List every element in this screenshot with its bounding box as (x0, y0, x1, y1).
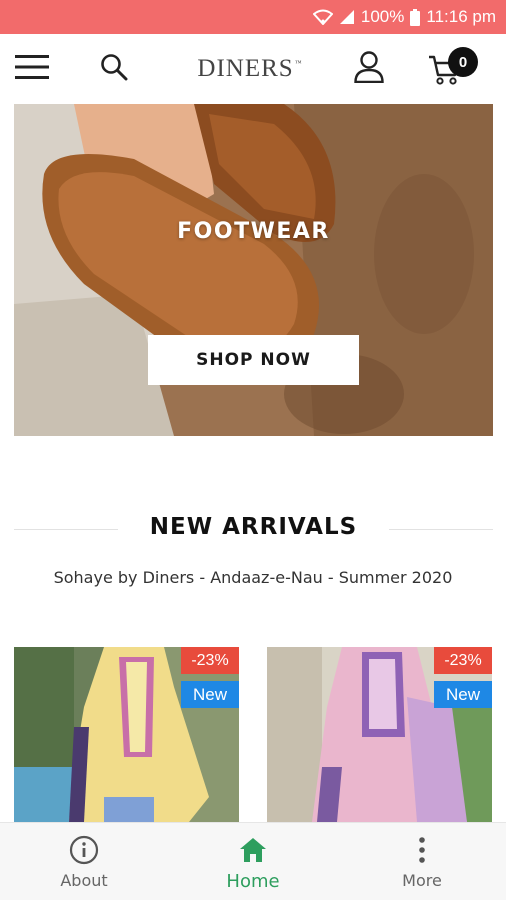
clock: 11:16 pm (426, 7, 496, 26)
signal-icon (339, 9, 355, 25)
info-icon (69, 835, 99, 865)
search-button[interactable] (92, 34, 136, 104)
nav-label-more: More (402, 871, 442, 890)
account-button[interactable] (347, 34, 391, 104)
hero-banner[interactable]: FOOTWEAR SHOP NOW (14, 104, 493, 436)
nav-item-more[interactable]: More (362, 823, 482, 900)
logo-trademark: ™ (294, 59, 303, 67)
app-header: DINERS ™ 0 (0, 34, 506, 104)
status-indicators: 100% 11:16 pm (312, 6, 496, 28)
product-card[interactable]: -23% New (267, 647, 492, 822)
search-icon (100, 53, 128, 86)
more-vertical-icon (418, 835, 426, 865)
home-icon (238, 835, 268, 865)
new-badge: New (434, 681, 492, 708)
new-arrivals-header: NEW ARRIVALS (14, 510, 493, 548)
divider-left (14, 529, 118, 530)
section-title: NEW ARRIVALS (149, 514, 358, 540)
section-subtitle: Sohaye by Diners - Andaaz-e-Nau - Summer… (53, 568, 453, 587)
battery-percent: 100% (360, 7, 405, 26)
logo-text: DINERS (197, 55, 294, 82)
divider-right (389, 529, 493, 530)
nav-item-about[interactable]: About (24, 823, 144, 900)
discount-badge: -23% (434, 647, 492, 674)
bottom-navigation: About Home More (0, 822, 506, 900)
nav-item-home[interactable]: Home (193, 823, 313, 900)
product-card[interactable]: -23% New (14, 647, 239, 822)
nav-label-home: Home (226, 871, 280, 892)
menu-icon (15, 54, 49, 85)
wifi-icon (312, 9, 333, 25)
nav-label-about: About (60, 871, 108, 890)
cart-button[interactable]: 0 (424, 34, 484, 104)
brand-logo[interactable]: DINERS ™ (170, 34, 330, 104)
cart-count-badge: 0 (448, 47, 478, 77)
banner-title: FOOTWEAR (177, 219, 330, 244)
new-badge: New (181, 681, 239, 708)
discount-badge: -23% (181, 647, 239, 674)
shop-now-button[interactable]: SHOP NOW (148, 335, 359, 385)
menu-button[interactable] (10, 34, 54, 104)
user-icon (354, 50, 384, 88)
status-bar: 100% 11:16 pm (0, 0, 506, 34)
banner-image (14, 104, 493, 436)
battery-icon (410, 8, 421, 26)
